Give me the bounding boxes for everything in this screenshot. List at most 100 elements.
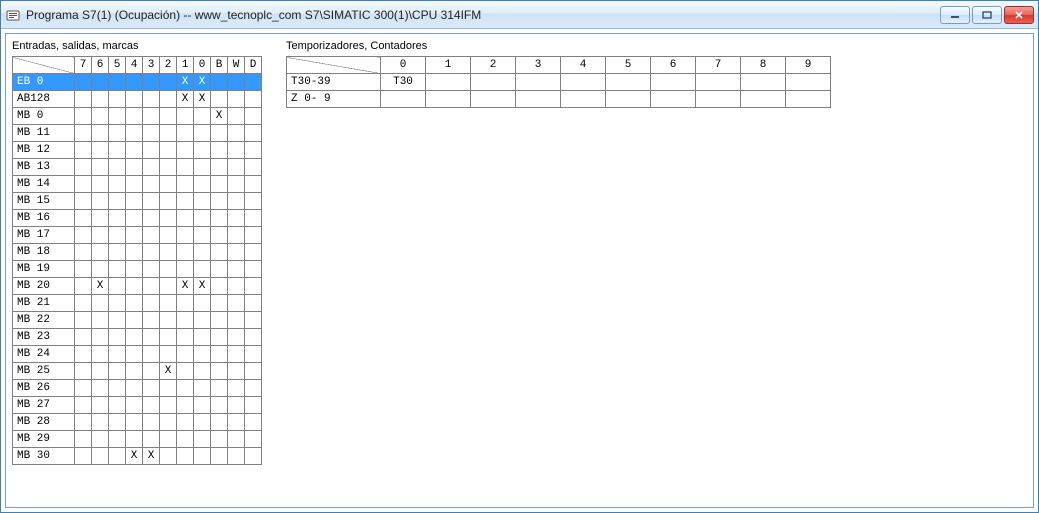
cell[interactable] [177, 448, 194, 465]
cell[interactable] [109, 397, 126, 414]
cell[interactable] [160, 210, 177, 227]
cell[interactable] [194, 244, 211, 261]
cell[interactable] [75, 176, 92, 193]
cell[interactable] [143, 159, 160, 176]
cell[interactable] [92, 329, 109, 346]
cell[interactable] [75, 244, 92, 261]
cell[interactable] [228, 227, 245, 244]
cell[interactable] [211, 346, 228, 363]
cell[interactable] [143, 176, 160, 193]
cell[interactable] [194, 363, 211, 380]
cell[interactable]: T30 [381, 74, 426, 91]
cell[interactable] [126, 142, 143, 159]
cell[interactable] [228, 108, 245, 125]
cell[interactable] [211, 380, 228, 397]
cell[interactable] [160, 414, 177, 431]
cell[interactable] [245, 210, 262, 227]
cell[interactable] [245, 278, 262, 295]
row-header[interactable]: MB 19 [13, 261, 75, 278]
column-header[interactable]: 4 [561, 57, 606, 74]
minimize-button[interactable] [940, 6, 970, 24]
cell[interactable] [143, 261, 160, 278]
cell[interactable] [177, 210, 194, 227]
cell[interactable] [211, 91, 228, 108]
cell[interactable] [426, 74, 471, 91]
table-row[interactable]: MB 14 [13, 176, 262, 193]
cell[interactable]: X [160, 363, 177, 380]
cell[interactable] [741, 91, 786, 108]
cell[interactable] [194, 159, 211, 176]
cell[interactable] [177, 346, 194, 363]
cell[interactable] [194, 397, 211, 414]
cell[interactable] [177, 108, 194, 125]
cell[interactable]: X [194, 74, 211, 91]
column-header[interactable]: 5 [606, 57, 651, 74]
cell[interactable] [177, 312, 194, 329]
cell[interactable] [75, 414, 92, 431]
column-header[interactable]: W [228, 57, 245, 74]
row-header[interactable]: MB 21 [13, 295, 75, 312]
table-row[interactable]: MB 18 [13, 244, 262, 261]
cell[interactable] [228, 74, 245, 91]
row-header[interactable]: MB 24 [13, 346, 75, 363]
cell[interactable] [194, 414, 211, 431]
cell[interactable] [109, 125, 126, 142]
cell[interactable] [211, 312, 228, 329]
cell[interactable] [126, 74, 143, 91]
cell[interactable] [228, 295, 245, 312]
cell[interactable]: X [143, 448, 160, 465]
cell[interactable] [606, 91, 651, 108]
column-header[interactable]: 3 [516, 57, 561, 74]
cell[interactable] [194, 431, 211, 448]
cell[interactable] [245, 329, 262, 346]
table-row[interactable]: MB 22 [13, 312, 262, 329]
cell[interactable] [109, 210, 126, 227]
cell[interactable] [245, 397, 262, 414]
row-header[interactable]: MB 22 [13, 312, 75, 329]
cell[interactable] [75, 363, 92, 380]
cell[interactable] [109, 329, 126, 346]
cell[interactable] [109, 108, 126, 125]
timer-counter-table[interactable]: 0123456789T30-39T30Z 0- 9 [286, 56, 831, 108]
cell[interactable] [160, 159, 177, 176]
table-row[interactable]: MB 20XXX [13, 278, 262, 295]
cell[interactable] [126, 91, 143, 108]
cell[interactable] [211, 431, 228, 448]
cell[interactable] [75, 397, 92, 414]
cell[interactable] [92, 414, 109, 431]
cell[interactable] [92, 380, 109, 397]
table-row[interactable]: AB128XX [13, 91, 262, 108]
cell[interactable]: X [126, 448, 143, 465]
row-header[interactable]: MB 26 [13, 380, 75, 397]
column-header[interactable]: B [211, 57, 228, 74]
cell[interactable] [92, 74, 109, 91]
cell[interactable] [143, 108, 160, 125]
column-header[interactable]: 2 [471, 57, 516, 74]
cell[interactable] [160, 193, 177, 210]
table-row[interactable]: MB 24 [13, 346, 262, 363]
cell[interactable] [177, 244, 194, 261]
cell[interactable] [143, 397, 160, 414]
cell[interactable] [194, 261, 211, 278]
row-header[interactable]: MB 13 [13, 159, 75, 176]
cell[interactable] [143, 142, 160, 159]
cell[interactable] [228, 431, 245, 448]
maximize-button[interactable] [972, 6, 1002, 24]
cell[interactable] [75, 380, 92, 397]
cell[interactable] [126, 176, 143, 193]
cell[interactable] [245, 346, 262, 363]
row-header[interactable]: MB 16 [13, 210, 75, 227]
cell[interactable] [160, 329, 177, 346]
cell[interactable] [75, 261, 92, 278]
cell[interactable] [194, 108, 211, 125]
cell[interactable] [194, 227, 211, 244]
cell[interactable] [92, 125, 109, 142]
cell[interactable] [92, 244, 109, 261]
cell[interactable] [516, 91, 561, 108]
cell[interactable] [194, 448, 211, 465]
cell[interactable]: X [194, 278, 211, 295]
column-header[interactable]: 2 [160, 57, 177, 74]
cell[interactable] [194, 329, 211, 346]
cell[interactable] [75, 210, 92, 227]
cell[interactable] [126, 312, 143, 329]
